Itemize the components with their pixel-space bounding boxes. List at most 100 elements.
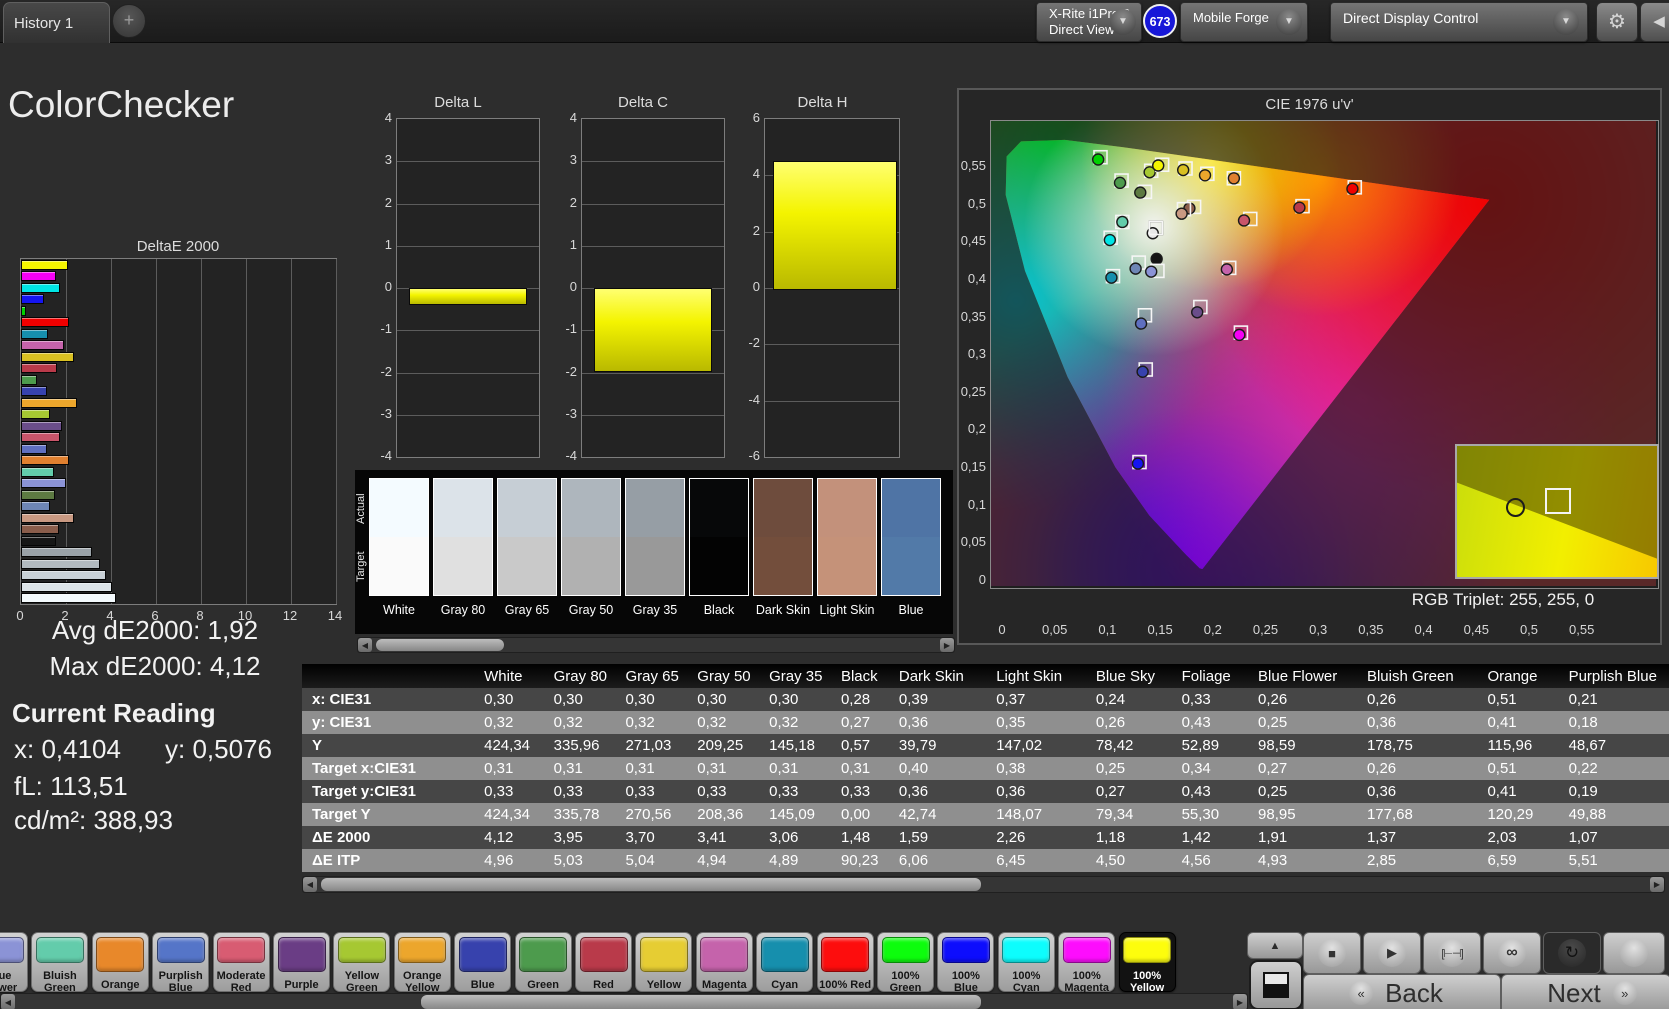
patch-button-100-cyan[interactable]: 100% Cyan (997, 932, 1055, 994)
table-cell: 0,33 (834, 780, 893, 803)
patch-button-100-blue[interactable]: 100% Blue (937, 932, 995, 994)
de-bar (21, 547, 92, 558)
back-button[interactable]: « Back (1303, 974, 1501, 1009)
patch-button-cyan[interactable]: Cyan (756, 932, 814, 992)
patch-row-scrollbar[interactable]: ◀ ▶ (0, 993, 1248, 1009)
page-title: ColorChecker (8, 84, 235, 125)
next-button[interactable]: Next » (1501, 974, 1669, 1009)
patch-button-red[interactable]: Red (575, 932, 632, 992)
y-tick-label: 2 (569, 194, 577, 210)
next-chevrons-icon: » (1612, 981, 1637, 1005)
column-header: Bluish Green (1360, 664, 1482, 688)
patch-button-100-green[interactable]: 100% Green (877, 932, 934, 994)
patch-label: Yellow Green (344, 970, 380, 994)
scroll-right-button[interactable]: ▶ (1650, 877, 1664, 892)
window-icon (1263, 972, 1289, 998)
y-tick-label: -3 (380, 405, 392, 421)
back-chevrons-icon: « (1349, 981, 1374, 1005)
color-swatch (625, 478, 685, 596)
y-tick-label: 4 (752, 166, 760, 182)
cie-x-tick: 0,45 (1463, 622, 1489, 637)
chevron-down-icon: ▼ (1110, 9, 1136, 35)
scroll-left-button[interactable]: ◀ (303, 877, 317, 892)
scrollbar-thumb[interactable] (376, 639, 504, 651)
loop-button[interactable]: ∞ (1483, 932, 1541, 974)
color-swatch (433, 478, 493, 596)
scrollbar-thumb[interactable] (321, 878, 981, 891)
table-cell: 4,56 (1175, 849, 1253, 872)
table-cell: 0,57 (834, 734, 893, 757)
chart-title: DeltaE 2000 (136, 238, 220, 255)
patch-button-yellow[interactable]: Yellow (635, 932, 693, 992)
patch-button-moderate-red[interactable]: Moderate Red (212, 932, 270, 994)
patch-color-chip (1062, 937, 1111, 963)
add-tab-button[interactable]: + (112, 4, 146, 38)
de-bar (21, 271, 56, 282)
patch-button-100-red[interactable]: 100% Red (816, 932, 874, 992)
scroll-left-button[interactable]: ◀ (1, 994, 15, 1009)
patch-button-bluish-green[interactable]: Bluish Green (31, 932, 89, 994)
patch-button-blue[interactable]: Blue (454, 932, 512, 992)
actual-color (498, 479, 556, 537)
patch-button-yellow-green[interactable]: Yellow Green (333, 932, 391, 994)
tab-history-1[interactable]: History 1 (3, 2, 110, 43)
stop-button[interactable]: ■ (1303, 932, 1361, 974)
scrollbar-thumb[interactable] (421, 995, 981, 1009)
collapse-panel-button[interactable]: ◀ (1640, 2, 1669, 42)
table-row: Target x:CIE31 0,31 0,31 0,31 0,31 0,31 0,31 0,… (302, 757, 1669, 780)
table-cell: 3,95 (547, 826, 620, 849)
table-cell: 4,89 (763, 849, 835, 872)
table-cell: 0,33 (1175, 688, 1253, 711)
gridline (582, 245, 724, 247)
settings-button[interactable]: ⚙ (1596, 2, 1638, 42)
corner-cell (302, 664, 479, 688)
column-header: White (478, 664, 548, 688)
pattern-window-button[interactable] (1249, 960, 1303, 1009)
workflow-dropdown[interactable]: Direct Display Control ▼ (1330, 2, 1588, 42)
row-label: ΔE ITP (302, 849, 479, 872)
patch-button-green[interactable]: Green (514, 932, 572, 992)
table-row: ΔE 2000 4,12 3,95 3,70 3,41 3,06 1,48 1,59 2,26 1… (302, 826, 1669, 849)
meter-count-badge[interactable]: 673 (1143, 4, 1177, 38)
de-bar (21, 466, 54, 477)
table-scrollbar[interactable]: ◀ ▶ (302, 876, 1665, 893)
blank-pattern-button[interactable] (1603, 932, 1665, 974)
patch-button-orange-yellow[interactable]: Orange Yellow (393, 932, 451, 994)
row-label: Target y:CIE31 (302, 780, 479, 803)
x-tick-label: 2 (61, 608, 69, 623)
table-cell: 4,12 (478, 826, 548, 849)
patch-button-blue-flower[interactable]: BlueFlower (0, 932, 28, 994)
patch-label: 100% Green (889, 970, 922, 994)
patch-button-purplish-blue[interactable]: Purplish Blue (152, 932, 210, 994)
scroll-right-button[interactable]: ▶ (940, 638, 954, 652)
max-de2000: Max dE2000: 4,12 (49, 651, 261, 681)
scroll-right-button[interactable]: ▶ (1233, 994, 1247, 1009)
pattern-size-button[interactable]: [⊢⊣] (1423, 932, 1481, 974)
measured-point-icon (1506, 498, 1525, 517)
patch-button-100-yellow[interactable]: 100% Yellow (1118, 932, 1176, 994)
table-cell: 115,96 (1481, 734, 1563, 757)
measured-marker (1113, 176, 1127, 190)
play-button[interactable]: ▶ (1363, 932, 1421, 974)
measured-marker (1152, 159, 1165, 172)
swatch-scrollbar[interactable]: ◀ ▶ (357, 637, 955, 653)
patch-button-magenta[interactable]: Magenta (695, 932, 753, 992)
meter-dropdown[interactable]: X-Rite i1Pro 3 Direct View ▼ (1036, 2, 1142, 42)
reading-cdm2: cd/m²: 388,93 (14, 805, 173, 835)
cie-y-tick: 0 (978, 572, 986, 587)
table-cell: 0,36 (892, 780, 991, 803)
table-cell: 6,06 (892, 849, 991, 872)
delta-plot (764, 118, 900, 458)
scroll-left-button[interactable]: ◀ (358, 638, 372, 652)
patch-button-purple[interactable]: Purple (273, 932, 330, 992)
cie-y-tick: 0,05 (960, 534, 986, 550)
measured-marker (1198, 169, 1212, 182)
patch-button-orange[interactable]: Orange (91, 932, 149, 992)
refresh-button[interactable]: ↻ (1543, 932, 1601, 974)
patch-button-100-magenta[interactable]: 100% Magenta (1058, 932, 1116, 994)
deltae2000-plot (20, 258, 337, 605)
pattern-up-button[interactable]: ▲ (1247, 932, 1303, 959)
patch-label: Orange Yellow (403, 970, 442, 994)
column-header: Blue Flower (1252, 664, 1361, 688)
source-dropdown[interactable]: Mobile Forge ▼ (1180, 2, 1308, 42)
